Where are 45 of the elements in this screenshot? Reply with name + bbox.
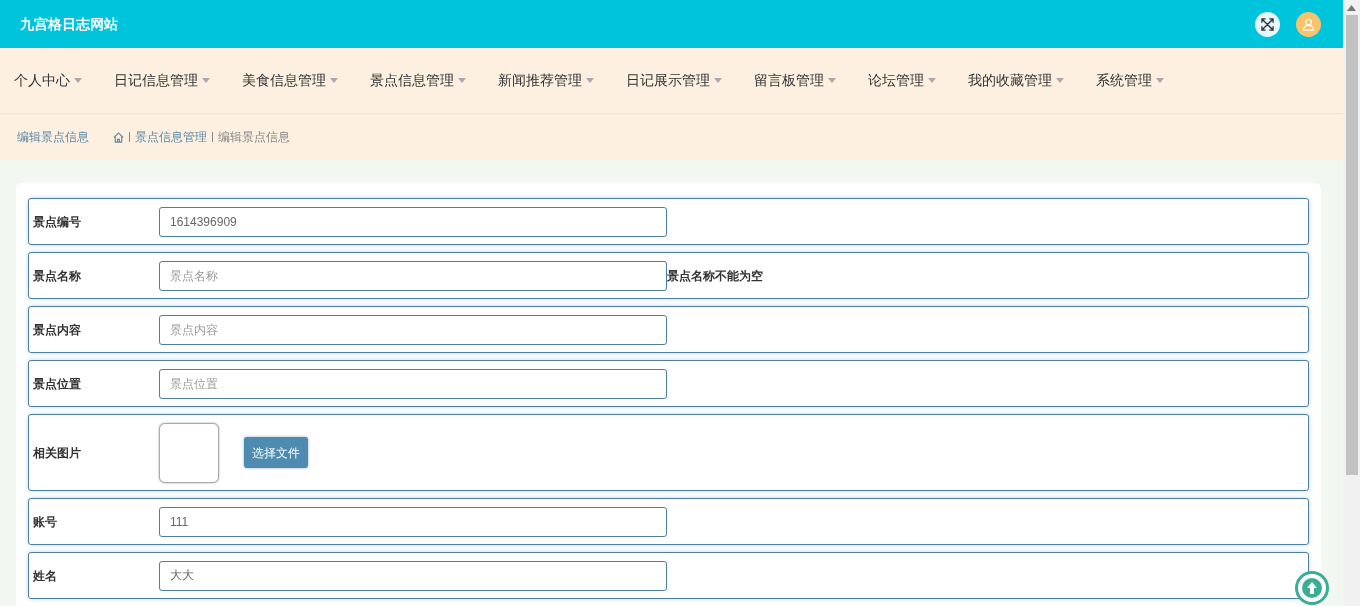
breadcrumb-link[interactable]: 景点信息管理: [135, 128, 207, 146]
nav-menu-item[interactable]: 美食信息管理: [242, 70, 338, 91]
input-field[interactable]: 111: [159, 506, 667, 537]
nav-menu-item[interactable]: 日记展示管理: [626, 70, 722, 91]
caret-icon: [828, 78, 836, 83]
caret-icon: [1056, 78, 1064, 83]
caret-icon: [1156, 78, 1164, 83]
choose-file-button[interactable]: 选择文件: [244, 437, 308, 468]
field-label: 景点内容: [33, 321, 82, 339]
caret-icon: [586, 78, 594, 83]
input-field[interactable]: 景点名称: [159, 260, 667, 291]
caret-icon: [458, 78, 466, 83]
caret-icon: [714, 78, 722, 83]
field-label: 账号: [33, 513, 58, 531]
caret-icon: [74, 78, 82, 83]
field-label: 相关图片: [33, 444, 82, 462]
fullscreen-icon[interactable]: [1255, 11, 1280, 37]
back-to-top-icon[interactable]: [1295, 571, 1329, 605]
field-label: 景点编号: [33, 213, 82, 231]
page-title: 编辑景点信息: [17, 129, 89, 146]
caret-icon: [928, 78, 936, 83]
scrollbar[interactable]: [1343, 0, 1360, 606]
input-field[interactable]: 1614396909: [159, 206, 667, 237]
input-field[interactable]: 大大: [159, 560, 667, 591]
caret-icon: [330, 78, 338, 83]
field-label: 景点名称: [33, 267, 82, 285]
nav-menu-item[interactable]: 论坛管理: [868, 70, 936, 91]
nav-menu-item[interactable]: 个人中心: [14, 70, 82, 91]
field-label: 景点位置: [33, 375, 82, 393]
home-icon[interactable]: [113, 131, 124, 143]
nav-menu-item[interactable]: 我的收藏管理: [968, 70, 1064, 91]
site-title: 九宫格日志网站: [20, 14, 118, 34]
nav-menu-item[interactable]: 留言板管理: [754, 70, 836, 91]
input-field[interactable]: 景点内容: [159, 314, 667, 345]
field-label: 姓名: [33, 567, 58, 585]
scroll-up-arrow-icon[interactable]: [1347, 5, 1356, 11]
caret-icon: [202, 78, 210, 83]
nav-menu-item[interactable]: 景点信息管理: [370, 70, 466, 91]
nav-menu-item[interactable]: 系统管理: [1096, 70, 1164, 91]
user-avatar-icon[interactable]: [1296, 11, 1321, 37]
error-message: 景点名称不能为空: [667, 267, 763, 285]
image-placeholder: [159, 422, 219, 483]
nav-menu-item[interactable]: 日记信息管理: [114, 70, 210, 91]
input-field[interactable]: 景点位置: [159, 368, 667, 399]
nav-menu-item[interactable]: 新闻推荐管理: [498, 70, 594, 91]
